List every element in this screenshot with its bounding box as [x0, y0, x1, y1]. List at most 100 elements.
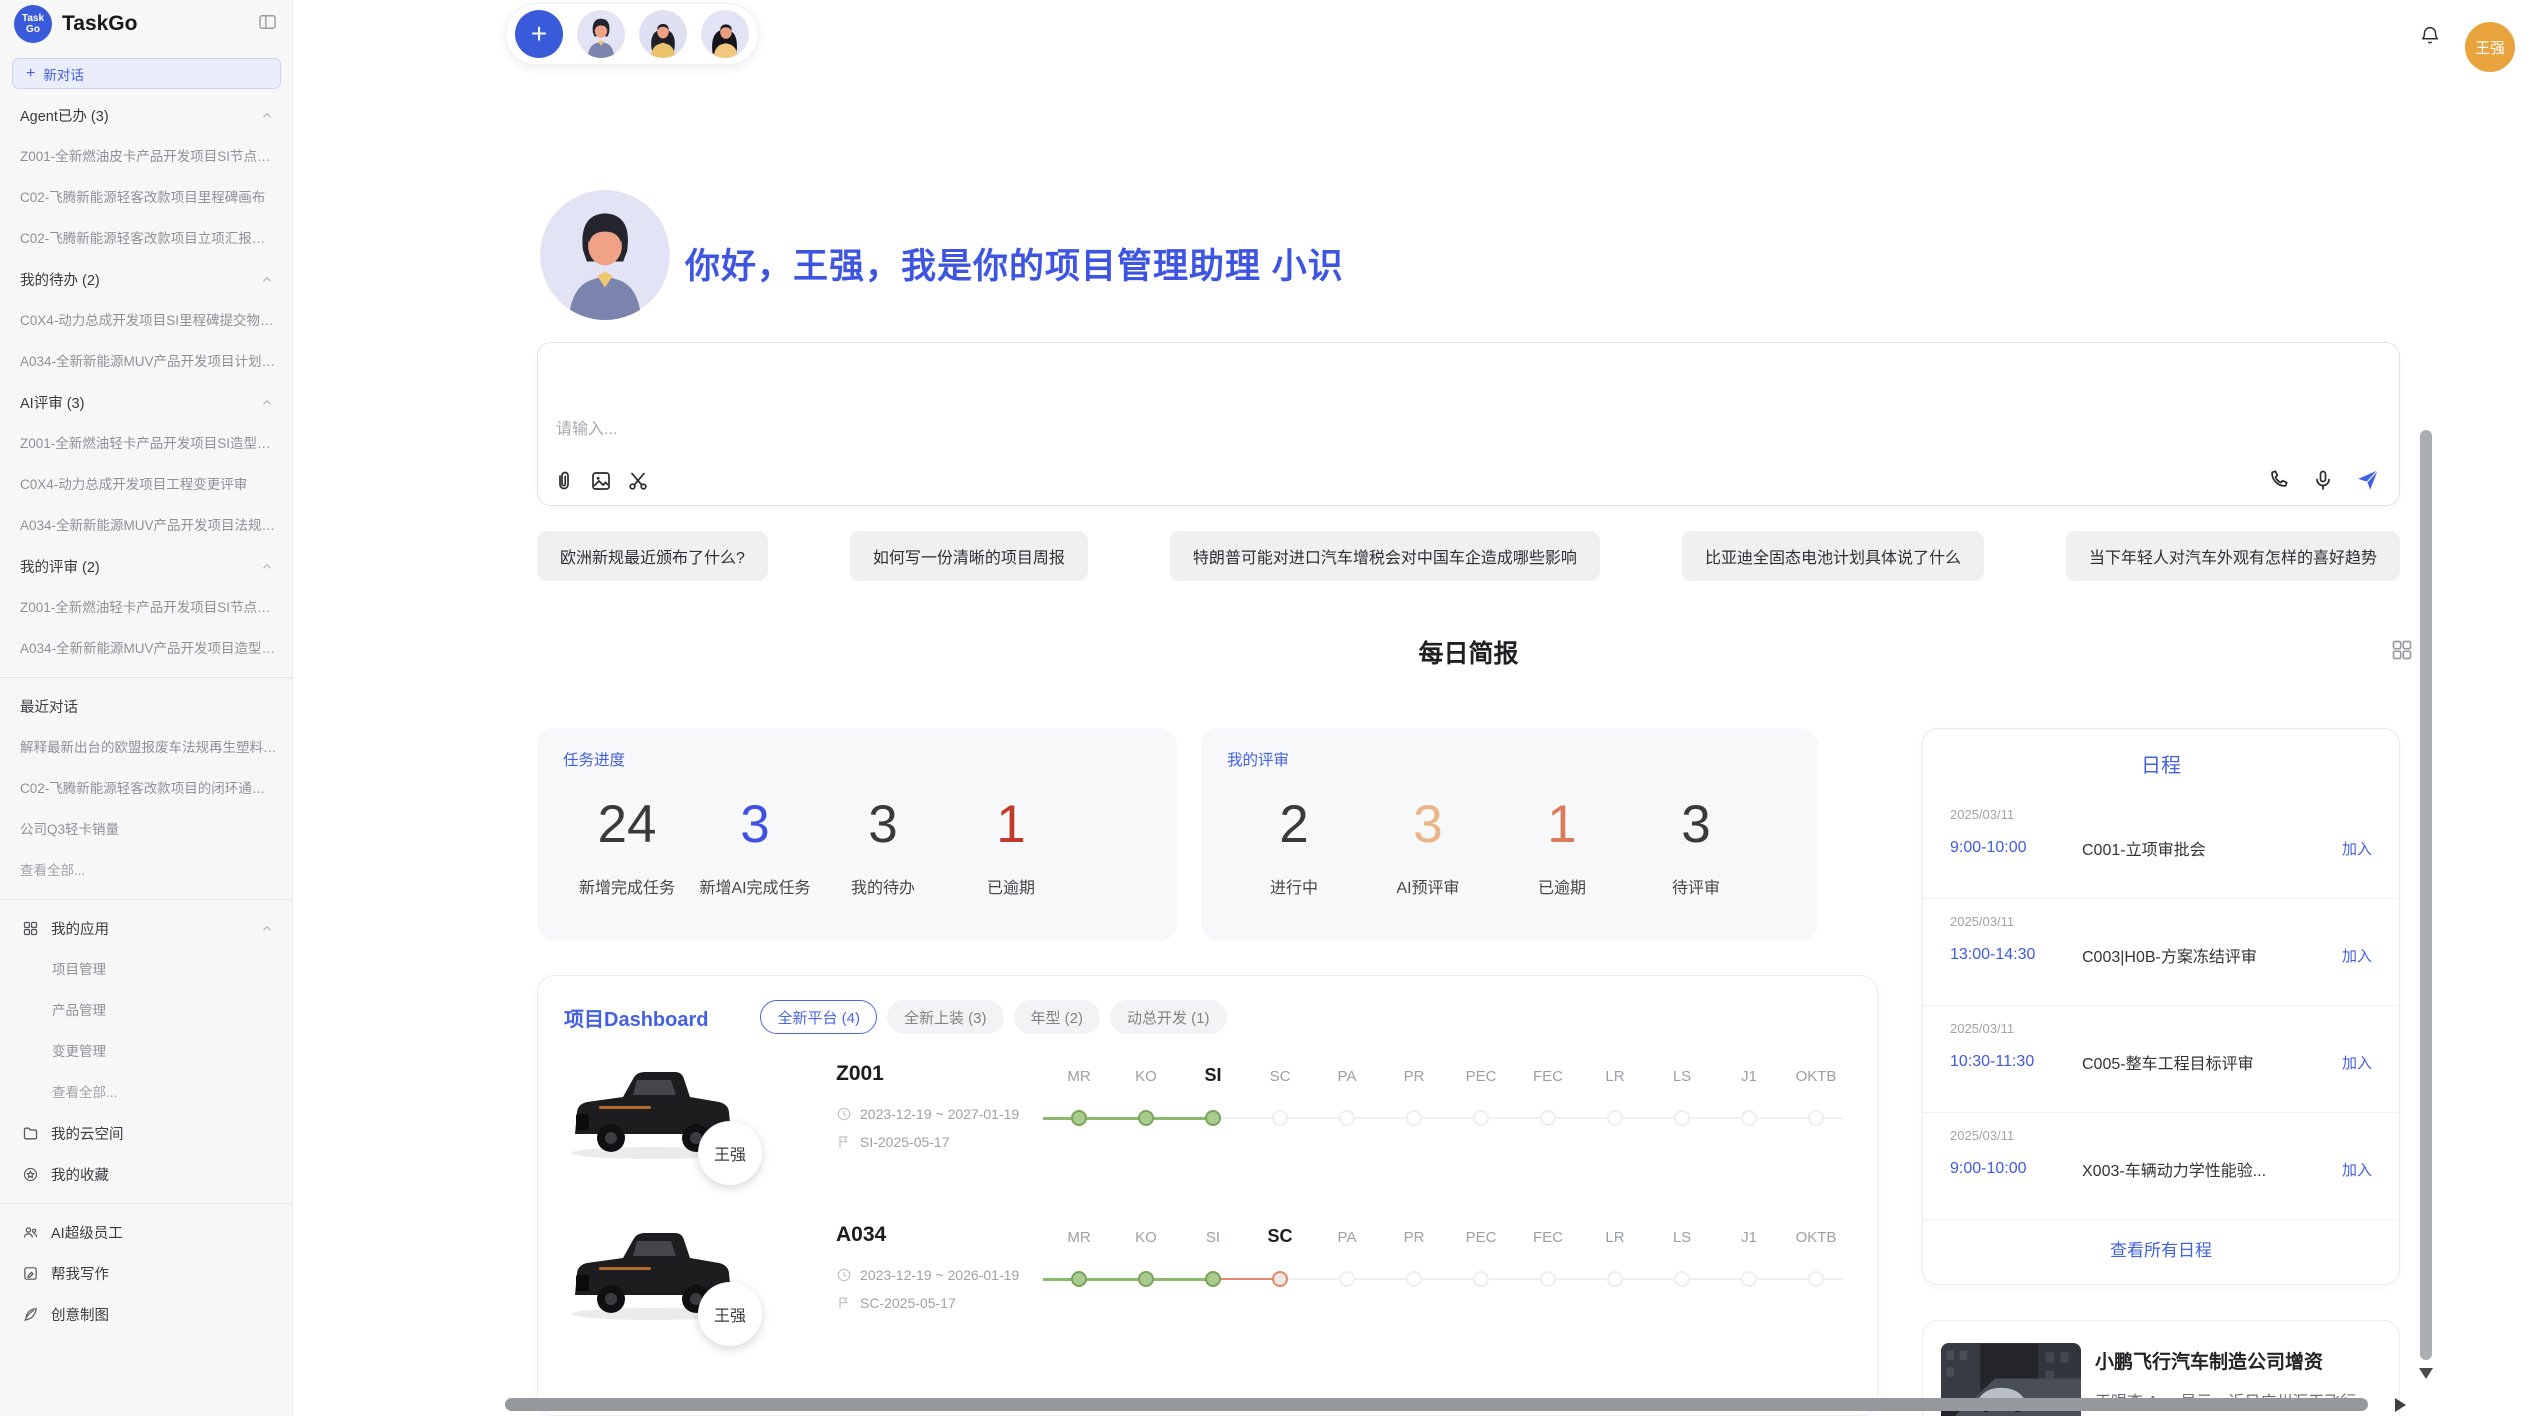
scroll-down-arrow[interactable]	[2419, 1368, 2433, 1379]
stat-label: 已逾期	[1495, 874, 1629, 898]
stat-value: 24	[563, 796, 691, 854]
join-meeting-link[interactable]: 加入	[2342, 1159, 2372, 1180]
section-header-agent-done[interactable]: Agent已办 (3)	[0, 95, 292, 136]
schedule-item: 2025/03/11 9:00-10:00 X003-车辆动力学性能验... 加…	[1923, 1113, 2399, 1220]
suggestion-chip[interactable]: 特朗普可能对进口汽车增税会对中国车企造成哪些影响	[1170, 531, 1600, 581]
filter-pill-platform[interactable]: 全新平台 (4)	[760, 1000, 877, 1034]
notifications-bell-icon[interactable]	[2419, 23, 2441, 47]
conversation-avatar[interactable]	[701, 10, 749, 58]
join-meeting-link[interactable]: 加入	[2342, 1052, 2372, 1073]
sidebar-item-ai-super-staff[interactable]: AI超级员工	[0, 1212, 292, 1253]
screenshot-scissors-icon[interactable]	[626, 469, 650, 493]
milestone-label: MR	[1047, 1068, 1111, 1085]
new-chat-button[interactable]: + 新对话	[12, 58, 281, 89]
sidebar-item[interactable]: C0X4-动力总成开发项目工程变更评审	[0, 464, 292, 505]
my-apps-label: 我的应用	[51, 918, 109, 939]
quill-icon	[22, 1306, 39, 1323]
filter-pill-body[interactable]: 全新上装 (3)	[887, 1000, 1004, 1034]
milestone-dot	[1741, 1110, 1757, 1126]
sidebar-item[interactable]: C02-飞腾新能源轻客改款项目立项汇报方案	[0, 218, 292, 259]
milestone-dot	[1741, 1271, 1757, 1287]
sidebar-item-change-mgmt[interactable]: 变更管理	[0, 1031, 292, 1072]
project-row[interactable]: 王强 Z001 2023-12-19 ~ 2027-01-19 SI-2025-…	[538, 1032, 1877, 1193]
filter-pill-powertrain[interactable]: 动总开发 (1)	[1110, 1000, 1227, 1034]
suggestion-chips: 欧洲新规最近颁布了什么? 如何写一份清晰的项目周报 特朗普可能对进口汽车增税会对…	[537, 531, 2400, 581]
sidebar-item[interactable]: 解释最新出台的欧盟报废车法规再生塑料比例被调至15%...	[0, 727, 292, 768]
sidebar-item[interactable]: Z001-全新燃油轻卡产品开发项目SI节点属性5D文件评审	[0, 587, 292, 628]
voice-call-icon[interactable]	[2267, 468, 2291, 492]
add-conversation-button[interactable]: +	[515, 10, 563, 58]
vertical-scrollbar-thumb[interactable]	[2420, 430, 2432, 1360]
folder-icon	[22, 1125, 39, 1142]
suggestion-chip[interactable]: 如何写一份清晰的项目周报	[850, 531, 1088, 581]
write-icon	[22, 1265, 39, 1282]
sidebar-item[interactable]: C02-飞腾新能源轻客改款项目的闭环通告反馈情况	[0, 768, 292, 809]
stat-new-completed: 24 新增完成任务	[563, 796, 691, 898]
sidebar-collapse-icon[interactable]	[257, 12, 278, 37]
milestone-label: LR	[1583, 1229, 1647, 1246]
sidebar-item-help-me-write[interactable]: 帮我写作	[0, 1253, 292, 1294]
image-upload-icon[interactable]	[589, 469, 613, 493]
logo-text-top: Task	[22, 13, 44, 24]
sidebar-item-favorites[interactable]: 我的收藏	[0, 1154, 292, 1195]
view-all-conversations[interactable]: 查看全部...	[0, 850, 292, 891]
app-title: TaskGo	[62, 12, 247, 36]
sidebar-item-my-apps[interactable]: 我的应用	[0, 908, 292, 949]
milestone-label: OKTB	[1784, 1229, 1848, 1246]
milestone-dot	[1607, 1271, 1623, 1287]
project-row[interactable]: 王强 A034 2023-12-19 ~ 2026-01-19 SC-2025-…	[538, 1193, 1877, 1354]
milestone-dot-done	[1205, 1110, 1221, 1126]
section-header-my-review[interactable]: 我的评审 (2)	[0, 546, 292, 587]
view-all-schedule-link[interactable]: 查看所有日程	[1923, 1236, 2399, 1261]
schedule-time: 9:00-10:00	[1950, 839, 2082, 857]
suggestion-chip[interactable]: 比亚迪全固态电池计划具体说了什么	[1682, 531, 1984, 581]
sidebar-item[interactable]: C0X4-动力总成开发项目SI里程碑提交物检查	[0, 300, 292, 341]
suggestion-chip[interactable]: 当下年轻人对汽车外观有怎样的喜好趋势	[2066, 531, 2400, 581]
scroll-right-arrow[interactable]	[2395, 1398, 2406, 1412]
stat-in-progress: 2 进行中	[1227, 796, 1361, 898]
user-avatar[interactable]: 王强	[2465, 22, 2515, 72]
filter-pill-model-year[interactable]: 年型 (2)	[1014, 1000, 1101, 1034]
composer[interactable]: 请输入...	[537, 342, 2400, 506]
schedule-event-title: X003-车辆动力学性能验...	[2082, 1157, 2342, 1181]
schedule-item: 2025/03/11 9:00-10:00 C001-立项审批会 加入	[1923, 792, 2399, 899]
stat-value: 3	[691, 796, 819, 854]
join-meeting-link[interactable]: 加入	[2342, 838, 2372, 859]
sidebar-item[interactable]: Z001-全新燃油轻卡产品开发项目SI造型提交物评审	[0, 423, 292, 464]
stat-value: 2	[1227, 796, 1361, 854]
milestone-label: PEC	[1449, 1229, 1513, 1246]
milestone-dot	[1808, 1271, 1824, 1287]
sidebar-item-cloud-space[interactable]: 我的云空间	[0, 1113, 292, 1154]
microphone-icon[interactable]	[2311, 468, 2335, 492]
section-header-my-todo[interactable]: 我的待办 (2)	[0, 259, 292, 300]
sidebar-item-project-mgmt[interactable]: 项目管理	[0, 949, 292, 990]
sidebar-item[interactable]: A034-全新新能源MUV产品开发项目法规符合性评审	[0, 505, 292, 546]
milestone-label-current: SC	[1248, 1226, 1312, 1247]
sidebar-item-creative-drawing[interactable]: 创意制图	[0, 1294, 292, 1335]
conversation-avatar[interactable]	[577, 10, 625, 58]
milestone-dot	[1339, 1110, 1355, 1126]
flag-icon	[836, 1295, 852, 1311]
sidebar-item[interactable]: 公司Q3轻卡销量	[0, 809, 292, 850]
attach-icon[interactable]	[552, 469, 576, 493]
daily-briefing-title: 每日简报	[1418, 634, 1518, 670]
schedule-time: 10:30-11:30	[1950, 1053, 2082, 1071]
section-header-ai-review[interactable]: AI评审 (3)	[0, 382, 292, 423]
send-icon[interactable]	[2355, 467, 2381, 493]
view-all-apps[interactable]: 查看全部...	[0, 1072, 292, 1113]
suggestion-chip[interactable]: 欧洲新规最近颁布了什么?	[537, 531, 768, 581]
join-meeting-link[interactable]: 加入	[2342, 945, 2372, 966]
sidebar-item-product-mgmt[interactable]: 产品管理	[0, 990, 292, 1031]
milestone-label: FEC	[1516, 1068, 1580, 1085]
sidebar-item[interactable]: C02-飞腾新能源轻客改款项目里程碑画布	[0, 177, 292, 218]
layout-grid-icon[interactable]	[2390, 638, 2414, 662]
conversation-avatar[interactable]	[639, 10, 687, 58]
sidebar-item[interactable]: A034-全新新能源MUV产品开发项目造型可行性评审	[0, 628, 292, 669]
section-title: 最近对话	[20, 696, 78, 717]
sidebar-item[interactable]: A034-全新新能源MUV产品开发项目计划变更表编写	[0, 341, 292, 382]
divider	[0, 1203, 292, 1204]
project-dashboard-card: 项目Dashboard 全新平台 (4) 全新上装 (3) 年型 (2) 动总开…	[537, 975, 1878, 1416]
divider	[0, 899, 292, 900]
sidebar-item[interactable]: Z001-全新燃油皮卡产品开发项目SI节点Lesson Learn报告	[0, 136, 292, 177]
horizontal-scrollbar-thumb[interactable]	[505, 1398, 2368, 1411]
